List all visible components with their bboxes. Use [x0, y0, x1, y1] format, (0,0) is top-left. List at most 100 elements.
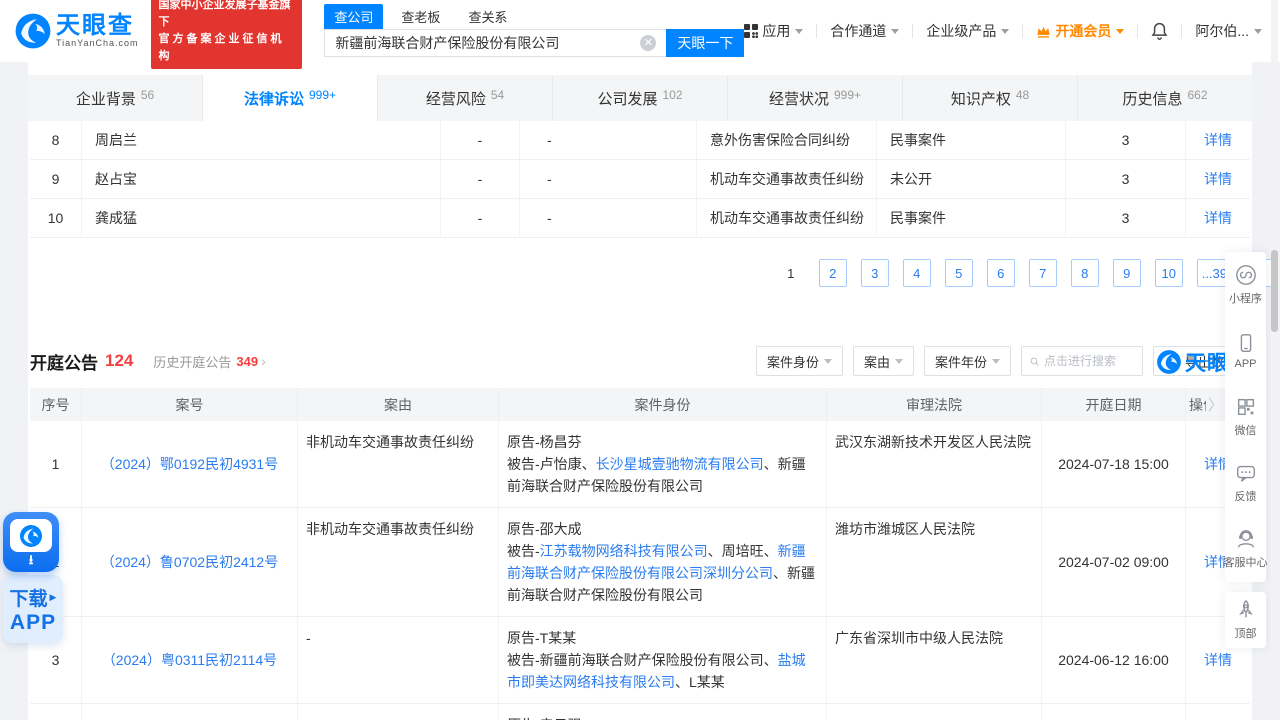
page-button[interactable]: 2 [818, 259, 847, 287]
current-page: 1 [787, 265, 795, 281]
row-number: 1 [30, 421, 82, 507]
download-app-bubble[interactable]: 下载 ▶ APP [3, 575, 63, 643]
mini-program-button[interactable]: 小程序 [1225, 252, 1266, 318]
user-menu[interactable]: 阿尔伯... [1195, 21, 1262, 41]
page-button[interactable]: 7 [1028, 259, 1057, 287]
scrollbar-track[interactable] [1271, 0, 1278, 720]
wechat-qr-button[interactable]: 微信 [1225, 384, 1266, 450]
tab-company-development[interactable]: 公司发展 102 [552, 75, 727, 121]
nav-enterprise[interactable]: 企业级产品 [926, 21, 1010, 41]
filter-case-identity[interactable]: 案件身份 [755, 346, 843, 376]
party-company-link[interactable]: 江苏载物网络科技有限公司 [540, 543, 708, 559]
notifications-bell-icon[interactable] [1151, 22, 1168, 40]
page-button[interactable]: 6 [986, 259, 1015, 287]
badge-line2: 官方备案企业征信机构 [158, 33, 285, 62]
download-app-icon[interactable]: ⭳ [3, 512, 59, 572]
chevron-down-icon [891, 28, 900, 38]
case-cause: - [298, 617, 499, 703]
court-name: 潍坊市潍城区人民法院 [827, 508, 1042, 616]
hearing-date: 2024-06-12 16:00 [1042, 617, 1186, 703]
scrollbar-thumb[interactable] [1271, 250, 1278, 332]
mini-program-icon [1235, 265, 1256, 285]
case-cause: 机动车交通事故责任纠纷 [697, 160, 877, 198]
detail-link[interactable]: 详情 [1204, 208, 1232, 228]
filter-case-cause[interactable]: 案由 [852, 346, 914, 376]
clear-search-icon[interactable]: ✕ [640, 34, 657, 51]
party-text: 原告-T某某 [507, 630, 577, 646]
tianyancha-logo[interactable]: 天眼查 TianYanCha.com [14, 12, 139, 50]
page-button[interactable]: 9 [1112, 259, 1141, 287]
case-number-link[interactable]: （2024）鲁0702民初2412号 [101, 551, 278, 573]
feedback-bubble-icon [1236, 465, 1255, 482]
hearing-section-header: 开庭公告 124 历史开庭公告 349 › 案件身份 案由 案件年份 点击进行搜… [30, 345, 1250, 377]
header-nav: 应用 合作通道 企业级产品 开通会员 阿尔伯... [744, 21, 1262, 41]
row-number: 9 [30, 160, 82, 198]
top-header: 天眼查 TianYanCha.com 国家中小企业发展子基金旗下 官方备案企业征… [0, 0, 1280, 69]
search-input[interactable] [324, 28, 667, 57]
detail-link[interactable]: 详情 [1204, 130, 1232, 150]
case-parties: 原告-辛云强 [499, 704, 827, 720]
chevron-down-icon [894, 358, 903, 368]
case-type: 民事案件 [877, 199, 1066, 237]
party-name: 龚成猛 [82, 199, 441, 237]
nav-apps[interactable]: 应用 [744, 21, 804, 41]
hearing-search-box[interactable] [1020, 346, 1143, 376]
tab-legal-litigation[interactable]: 法律诉讼 999+ [202, 75, 377, 121]
page-button[interactable]: 5 [944, 259, 973, 287]
page-button[interactable]: 8 [1070, 259, 1099, 287]
section-tabstrip: 企业背景 56 法律诉讼 999+ 经营风险 54 公司发展 102 经营状况 999+ … [28, 75, 1252, 121]
search-tabs: 查公司 查老板 查关系 [324, 3, 744, 29]
case-parties: 原告-邵大成 被告-江苏载物网络科技有限公司、周培旺、新疆前海联合财产保险股份有限… [499, 508, 827, 616]
customer-service-button[interactable]: 客服中心 [1224, 516, 1268, 582]
chevron-down-icon [795, 28, 804, 38]
right-rail: 小程序 APP 微信 反馈 客服中心 [1224, 252, 1268, 582]
back-to-top[interactable]: 顶部 [1225, 592, 1266, 648]
hearing-date: 2024-07-18 15:00 [1042, 421, 1186, 507]
scroll-right-icon[interactable]: 〉 [1208, 394, 1223, 415]
tab-operation-status[interactable]: 经营状况 999+ [727, 75, 902, 121]
court-name: 广东省深圳市中级人民法院 [827, 617, 1042, 703]
legal-case-table: 8 周启兰 - - 意外伤害保险合同纠纷 民事案件 3 详情 9 赵占宝 - -… [30, 121, 1250, 238]
hearing-table: 序号 案号 案由 案件身份 审理法院 开庭日期 操作 〉 1 （2024）鄂01… [30, 388, 1250, 720]
court-name: 武汉东湖新技术开发区人民法院 [827, 421, 1042, 507]
tab-intellectual-property[interactable]: 知识产权 48 [902, 75, 1077, 121]
case-number-link[interactable]: （2024）鄂0192民初4931号 [101, 453, 278, 475]
feedback-button[interactable]: 反馈 [1225, 450, 1266, 516]
download-app-widget: ⭳ 下载 ▶ APP [3, 512, 63, 643]
rocket-icon [1238, 599, 1253, 618]
party-text: 原告-邵大成 [507, 521, 582, 537]
chevron-down-icon [991, 358, 1000, 368]
page-button[interactable]: 3 [860, 259, 889, 287]
history-hearing-link[interactable]: 历史开庭公告 349 › [153, 352, 265, 371]
party-company-link[interactable]: 长沙星城壹驰物流有限公司 [596, 456, 764, 472]
filter-case-year[interactable]: 案件年份 [923, 346, 1011, 376]
tianyancha-swirl-icon [20, 524, 42, 547]
hearing-row: 3 （2024）粤0311民初2114号 - 原告-T某某 被告-新疆前海联合财产… [30, 617, 1250, 704]
nav-partner[interactable]: 合作通道 [830, 21, 900, 41]
party-name: 赵占宝 [82, 160, 441, 198]
pagination: 1 2 3 4 5 6 7 8 9 10 ...39 › [30, 259, 1274, 287]
search-button[interactable]: 天眼一下 [666, 28, 745, 57]
nav-vip-member[interactable]: 开通会员 [1036, 21, 1125, 41]
main-card: 企业背景 56 法律诉讼 999+ 经营风险 54 公司发展 102 经营状况 999+ … [28, 62, 1274, 720]
brand-name: 天眼查 [56, 12, 134, 39]
page-button[interactable]: 4 [902, 259, 931, 287]
page-button[interactable]: 10 [1154, 259, 1183, 287]
search-tab-relation[interactable]: 查关系 [458, 4, 517, 29]
search-tab-company[interactable]: 查公司 [324, 3, 384, 29]
party-text: 、周培旺、 [707, 543, 778, 559]
grid-icon [744, 24, 759, 38]
tab-history-info[interactable]: 历史信息 662 [1077, 75, 1252, 121]
search-tab-boss[interactable]: 查老板 [391, 4, 450, 29]
detail-link[interactable]: 详情 [1204, 649, 1232, 671]
case-number-link[interactable]: （2024）粤0311民初2114号 [102, 649, 277, 671]
search-icon [1030, 357, 1039, 366]
hearing-search-input[interactable] [1043, 354, 1134, 368]
tab-company-background[interactable]: 企业背景 56 [28, 75, 202, 121]
official-badge: 国家中小企业发展子基金旗下 官方备案企业征信机构 [150, 0, 303, 69]
tab-operation-risk[interactable]: 经营风险 54 [377, 75, 552, 121]
detail-link[interactable]: 详情 [1204, 169, 1232, 189]
app-button[interactable]: APP [1225, 318, 1266, 384]
case-parties: 原告-杨昌芬 被告-卢怡康、长沙星城壹驰物流有限公司、新疆前海联合财产保险股份有限… [499, 421, 827, 507]
case-count: 3 [1066, 199, 1186, 237]
